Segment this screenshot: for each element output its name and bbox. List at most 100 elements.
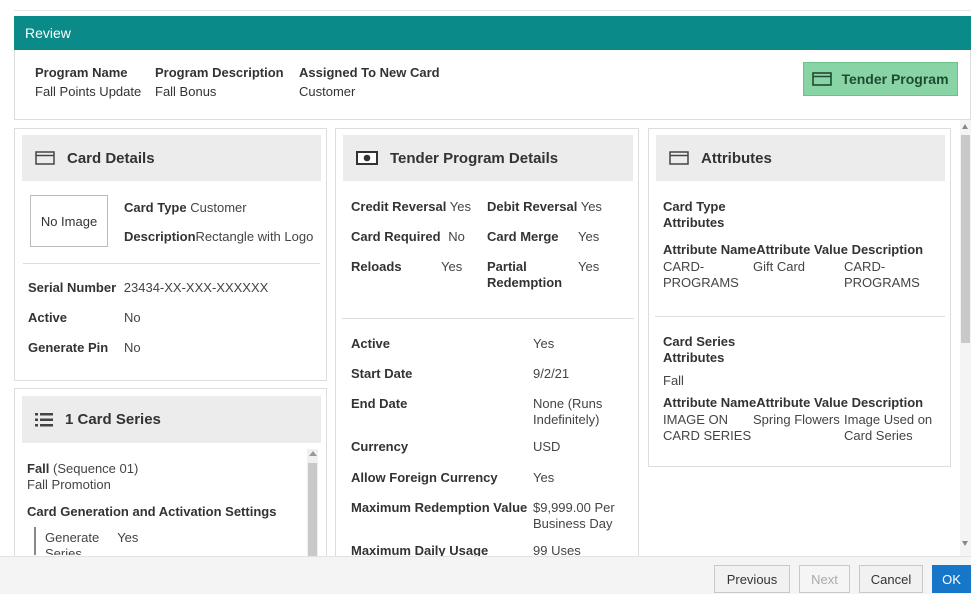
row2-name-2: CARD SERIES [663,428,752,443]
footer-bar: Previous Next Cancel OK [0,556,971,594]
series-heading: Fall (Sequence 01) [27,461,138,477]
card-details-title: Card Details [67,149,155,167]
cancel-button[interactable]: Cancel [859,565,923,593]
description-value: Rectangle with Logo [195,229,314,244]
next-label: Next [811,571,838,587]
active-value: No [124,310,141,325]
next-button[interactable]: Next [799,565,850,593]
generate-pin-value: No [124,340,141,355]
reloads-label: Reloads [351,259,402,274]
card-merge-label: Card Merge [487,229,559,244]
credit-reversal-row: Credit Reversal Yes [351,199,471,215]
serial-label: Serial Number [28,280,117,295]
row2-desc: Image Used on Card Series [844,412,932,444]
card-icon [812,72,833,86]
card-merge-row: Card Merge Yes [487,229,599,245]
group1-title-1: Card Type [663,199,726,214]
row1-name-2: PROGRAMS [663,275,739,290]
attributes-panel: Attributes Card Type Attributes Attribut… [648,128,951,467]
currency-label: Currency [351,439,409,454]
max-redemption-value-2: Business Day [533,516,613,531]
debit-reversal-row: Debit Reversal Yes [487,199,602,215]
program-name-value: Fall Points Update [35,84,142,99]
program-description-label: Program Description [155,65,284,80]
currency-value: USD [533,439,561,454]
series-promotion: Fall Promotion [27,477,111,492]
tender-program-button-label: Tender Program [841,71,949,87]
generate-series-row: Generate Yes Series [45,530,138,555]
generate-label: Generate [45,530,100,545]
end-date-label: End Date [351,396,408,411]
debit-reversal-label: Debit Reversal [487,199,578,214]
card-merge-value: Yes [578,229,600,244]
active-label: Active [28,310,68,325]
ok-button[interactable]: OK [932,565,971,593]
card-type-row: Card Type Customer [124,200,247,215]
max-redemption-value-1: $9,999.00 Per [533,500,615,515]
no-image-placeholder: No Image [30,195,108,247]
generate-pin-row: Generate Pin No [28,340,228,355]
group2-title: Card Series Attributes [663,334,735,366]
description-label: Description [124,229,196,244]
row2-name: IMAGE ON CARD SERIES [663,412,751,444]
card-series-scroll-thumb[interactable] [308,463,317,559]
list-icon [35,412,53,426]
top-divider [14,10,971,11]
card-series-title: 1 Card Series [65,411,161,428]
active-row: Active No [28,310,141,325]
card-series-header: 1 Card Series [22,396,321,443]
col-description-2: Description [851,395,924,410]
scroll-up-arrow-icon[interactable] [962,124,968,129]
card-type-label: Card Type [124,200,187,215]
col-description: Description [851,242,924,257]
col-attr-value-2: Attribute Value [756,395,848,410]
tender-divider [342,318,634,319]
partial-redemption-value: Yes [578,259,600,274]
group2-table-header: Attribute NameAttribute Value Descriptio… [663,395,923,411]
attributes-header: Attributes [656,135,945,181]
group2-series: Fall [663,373,684,388]
series-name: Fall [27,461,50,476]
review-title: Review [25,25,71,41]
reloads-value: Yes [441,259,463,274]
scroll-up-arrow-icon[interactable] [309,451,317,456]
serial-value: 23434-XX-XXX-XXXXXX [123,280,269,295]
scroll-down-arrow-icon[interactable] [962,541,968,546]
max-redemption-value: $9,999.00 Per Business Day [533,500,615,532]
cancel-label: Cancel [870,571,912,587]
review-header: Review [14,16,971,50]
card-details-panel: Card Details No Image Card Type Customer… [14,128,327,381]
card-icon [35,151,55,165]
end-date-value: None (Runs Indefinitely) [533,396,602,428]
start-date-value: 9/2/21 [533,366,570,381]
main-scroll-thumb[interactable] [961,135,970,343]
card-required-label: Card Required [351,229,441,244]
row2-desc-1: Image Used on [844,412,933,427]
allow-foreign-value: Yes [533,470,555,485]
col-attr-value: Attribute Value [756,242,848,257]
attributes-divider [655,316,945,317]
program-name-group: Program Name Fall Points Update [35,65,141,99]
reloads-row: Reloads Yes [351,259,471,275]
row2-name-1: IMAGE ON [663,412,729,427]
row1-desc-1: CARD- [844,259,886,274]
col-attr-name-2: Attribute Name [663,395,757,410]
end-date-value-1: None (Runs [533,396,603,411]
settings-title: Card Generation and Activation Settings [27,504,277,519]
generate-label-2: Series [45,546,82,555]
tender-details-panel: Tender Program Details Credit Reversal Y… [335,128,639,558]
previous-button[interactable]: Previous [714,565,790,593]
card-required-value: No [448,229,465,244]
td-active-label: Active [351,336,391,351]
start-date-label: Start Date [351,366,413,381]
group2-title-2: Attributes [663,350,725,365]
card-series-panel: 1 Card Series Fall (Sequence 01) Fall Pr… [14,388,327,559]
card-details-divider [23,263,320,264]
row1-desc-2: PROGRAMS [844,275,920,290]
partial-redemption-row: Partial Redemption Yes [487,259,607,291]
max-redemption-label: Maximum Redemption Value [351,500,528,515]
tender-program-button[interactable]: Tender Program [803,62,958,96]
row1-desc: CARD- PROGRAMS [844,259,920,291]
end-date-value-2: Indefinitely) [533,412,600,427]
assigned-value: Customer [299,84,356,99]
